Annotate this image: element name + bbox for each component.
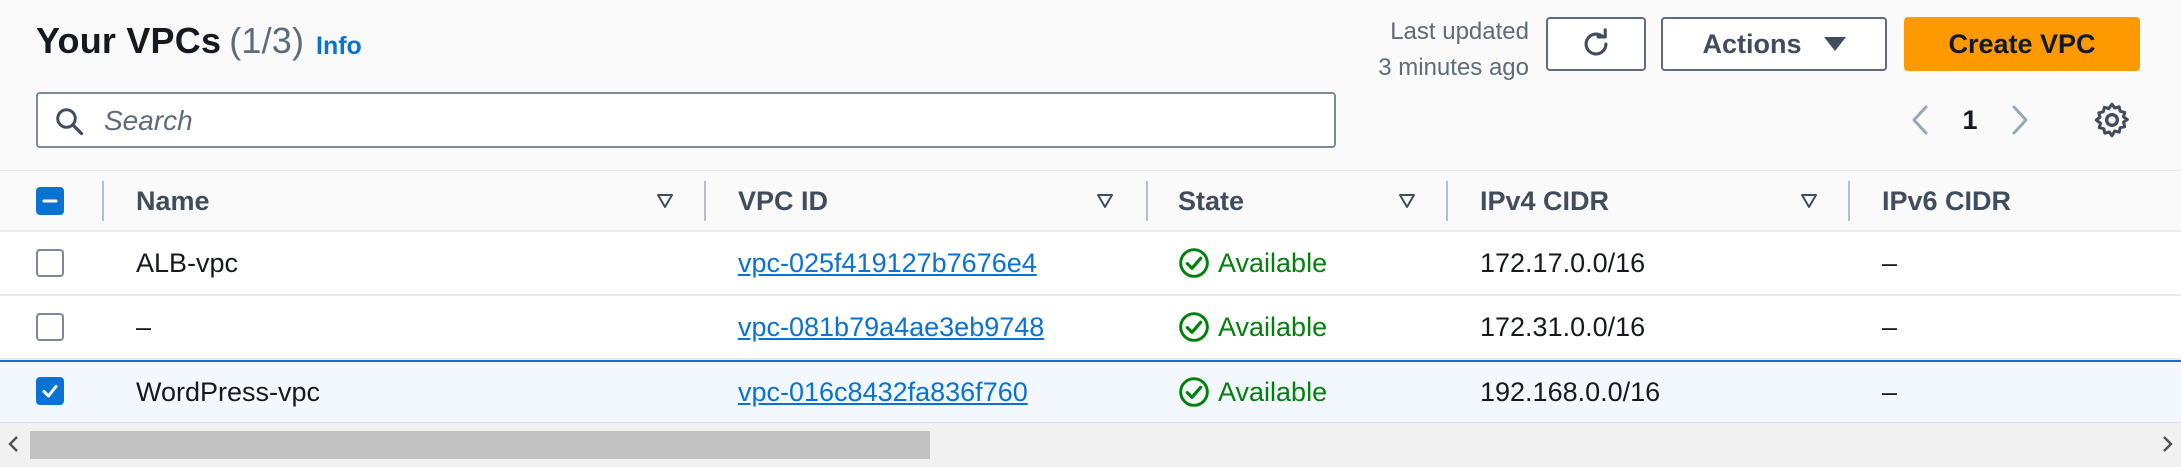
chevron-left-icon — [1912, 105, 1928, 135]
previous-page-button[interactable] — [1900, 98, 1940, 142]
vpc-id-link[interactable]: vpc-025f419127b7676e4 — [738, 248, 1037, 279]
sort-icon[interactable] — [1398, 193, 1416, 209]
status-ok-icon — [1179, 312, 1209, 342]
next-page-button[interactable] — [2000, 98, 2040, 142]
refresh-icon — [1584, 28, 1608, 56]
current-page[interactable]: 1 — [1940, 105, 2000, 136]
column-header-name[interactable]: Name — [136, 171, 210, 231]
column-header-ipv6-cidr[interactable]: IPv6 CIDR — [1882, 171, 2011, 231]
actions-dropdown-button[interactable]: Actions — [1661, 17, 1887, 71]
cell-name: WordPress-vpc — [136, 376, 321, 407]
checkbox-check-icon — [42, 385, 58, 398]
dropdown-triangle-icon — [1823, 37, 1846, 51]
chevron-left-icon — [8, 436, 18, 452]
column-header-ipv4-cidr[interactable]: IPv4 CIDR — [1480, 171, 1609, 231]
cell-ipv6-cidr: – — [1882, 247, 1898, 278]
pagination: 1 — [1900, 98, 2040, 142]
cell-state: Available — [1178, 362, 1327, 422]
cell-ipv4-cidr: 192.168.0.0/16 — [1480, 376, 1661, 407]
last-updated: Last updated 3 minutes ago — [1229, 14, 1529, 86]
sort-icon[interactable] — [1800, 193, 1818, 209]
cell-ipv6-cidr: – — [1882, 376, 1898, 407]
cell-state: Available — [1178, 232, 1327, 294]
vpc-panel: Your VPCs (1/3) Info Last updated 3 minut… — [0, 0, 2181, 467]
row-checkbox[interactable] — [36, 249, 64, 277]
checkbox-indeterminate-icon — [42, 199, 58, 203]
cell-vpc-id: vpc-081b79a4ae3eb9748 — [738, 296, 1044, 358]
cell-ipv4-cidr: 172.31.0.0/16 — [1480, 311, 1646, 342]
selection-count: (1/3) — [229, 20, 305, 61]
refresh-button[interactable] — [1546, 17, 1646, 71]
column-divider[interactable] — [1146, 181, 1148, 221]
table-row-selected[interactable]: WordPress-vpc vpc-016c8432fa836f760 Avai… — [0, 360, 2181, 424]
sort-icon[interactable] — [656, 193, 674, 209]
table-row[interactable]: ALB-vpc vpc-025f419127b7676e4 Available … — [0, 232, 2181, 296]
info-link[interactable]: Info — [316, 32, 362, 61]
column-header-state[interactable]: State — [1178, 171, 1244, 231]
status-text: Available — [1218, 247, 1328, 278]
search-input[interactable] — [102, 100, 1306, 142]
scroll-left-button[interactable] — [0, 429, 26, 459]
column-divider[interactable] — [1446, 181, 1448, 221]
select-all-checkbox[interactable] — [36, 187, 64, 215]
search-field[interactable] — [36, 92, 1336, 148]
status-ok-icon — [1179, 248, 1209, 278]
gear-icon[interactable] — [2092, 100, 2132, 140]
status-ok-icon — [1179, 377, 1209, 407]
last-updated-time: 3 minutes ago — [1378, 54, 1529, 81]
vpc-id-link[interactable]: vpc-081b79a4ae3eb9748 — [738, 312, 1044, 343]
column-divider[interactable] — [704, 181, 706, 221]
scrollbar-thumb[interactable] — [30, 431, 930, 459]
search-icon — [56, 108, 84, 136]
status-text: Available — [1218, 311, 1328, 342]
create-vpc-button[interactable]: Create VPC — [1904, 17, 2140, 71]
row-checkbox[interactable] — [36, 377, 64, 405]
column-divider — [102, 181, 104, 221]
table-header: Name VPC ID State IPv4 CIDR IPv6 CIDR — [0, 170, 2181, 232]
scroll-right-button[interactable] — [2155, 429, 2181, 459]
chevron-right-icon — [2012, 105, 2028, 135]
cell-ipv4-cidr: 172.17.0.0/16 — [1480, 247, 1646, 278]
table-row[interactable]: – vpc-081b79a4ae3eb9748 Available 172.31… — [0, 296, 2181, 360]
cell-name: ALB-vpc — [136, 247, 239, 278]
cell-name: – — [136, 311, 152, 342]
sort-icon[interactable] — [1096, 193, 1114, 209]
row-checkbox[interactable] — [36, 313, 64, 341]
last-updated-label: Last updated — [1390, 18, 1529, 45]
vpc-id-link[interactable]: vpc-016c8432fa836f760 — [738, 377, 1028, 408]
actions-label: Actions — [1702, 28, 1802, 59]
chevron-right-icon — [2163, 436, 2173, 452]
cell-ipv6-cidr: – — [1882, 311, 1898, 342]
column-header-vpc-id[interactable]: VPC ID — [738, 171, 828, 231]
cell-state: Available — [1178, 296, 1327, 358]
status-text: Available — [1218, 376, 1328, 407]
cell-vpc-id: vpc-016c8432fa836f760 — [738, 362, 1028, 422]
title-text: Your VPCs — [36, 20, 222, 61]
create-vpc-label: Create VPC — [1948, 28, 2096, 59]
panel-header: Your VPCs (1/3) Info Last updated 3 minut… — [0, 0, 2181, 170]
page-title: Your VPCs (1/3) — [36, 20, 304, 62]
column-divider[interactable] — [1848, 181, 1850, 221]
horizontal-scrollbar[interactable] — [0, 422, 2181, 467]
cell-vpc-id: vpc-025f419127b7676e4 — [738, 232, 1037, 294]
